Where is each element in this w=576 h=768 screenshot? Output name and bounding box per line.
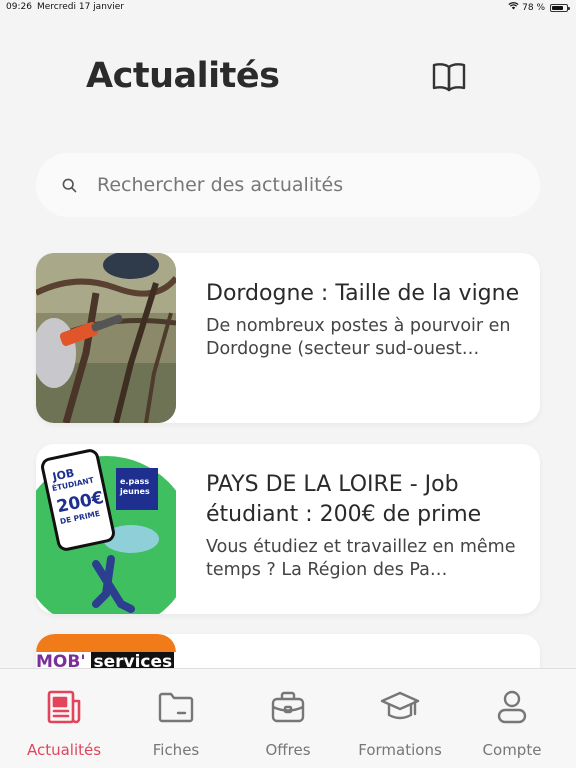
- news-text: PAYS DE LA LOIRE - Job étudiant : 200€ d…: [206, 470, 526, 582]
- news-description: Vous étudiez et travaillez en même temps…: [206, 537, 516, 580]
- news-thumbnail-vine-pruning: [36, 253, 176, 423]
- folder-icon: [158, 687, 194, 727]
- news-title: Dordogne : Taille de la vigne: [206, 281, 520, 306]
- news-text: Dordogne : Taille de la vigne De nombreu…: [206, 279, 526, 361]
- tab-fiches[interactable]: Fiches: [121, 669, 231, 768]
- tab-compte[interactable]: Compte: [457, 669, 567, 768]
- tab-label: Compte: [482, 741, 542, 759]
- image-epass-text: e.pass: [120, 477, 149, 486]
- page-title: Actualités: [86, 56, 280, 96]
- tab-offres[interactable]: Offres: [233, 669, 343, 768]
- tab-label: Fiches: [152, 741, 200, 759]
- tab-label: Offres: [265, 741, 311, 759]
- news-card[interactable]: JOB ÉTUDIANT 200€ DE PRIME e.pass jeunes…: [36, 444, 540, 614]
- graduation-cap-icon: [380, 687, 420, 727]
- tab-bar: Actualités Fiches Offres Formations Comp…: [0, 668, 576, 768]
- status-right: 78 %: [508, 2, 570, 13]
- briefcase-icon: [271, 687, 305, 727]
- tab-label: Formations: [358, 741, 442, 759]
- news-card[interactable]: Dordogne : Taille de la vigne De nombreu…: [36, 253, 540, 423]
- catalog-button[interactable]: [430, 62, 468, 96]
- news-title: PAYS DE LA LOIRE - Job étudiant : 200€ d…: [206, 472, 482, 527]
- news-description: De nombreux postes à pourvoir en Dordogn…: [206, 316, 511, 359]
- book-open-icon: [431, 61, 467, 97]
- battery-percent: 78 %: [522, 2, 545, 13]
- status-bar: 09:26 Mercredi 17 janvier 78 %: [0, 0, 576, 16]
- tab-formations[interactable]: Formations: [345, 669, 455, 768]
- search-input[interactable]: [97, 174, 497, 196]
- tab-label: Actualités: [26, 741, 102, 759]
- search-icon: [62, 178, 77, 193]
- tab-actualites[interactable]: Actualités: [9, 669, 119, 768]
- news-thumbnail-job-etudiant: JOB ÉTUDIANT 200€ DE PRIME e.pass jeunes: [36, 444, 176, 614]
- newspaper-icon: [46, 687, 82, 727]
- status-time: 09:26: [6, 2, 32, 12]
- image-jeunes-text: jeunes: [119, 487, 150, 496]
- battery-icon: [550, 3, 570, 12]
- wifi-icon: [508, 2, 519, 13]
- search-bar[interactable]: [36, 153, 540, 217]
- status-date: Mercredi 17 janvier: [37, 2, 124, 12]
- user-icon: [496, 687, 528, 727]
